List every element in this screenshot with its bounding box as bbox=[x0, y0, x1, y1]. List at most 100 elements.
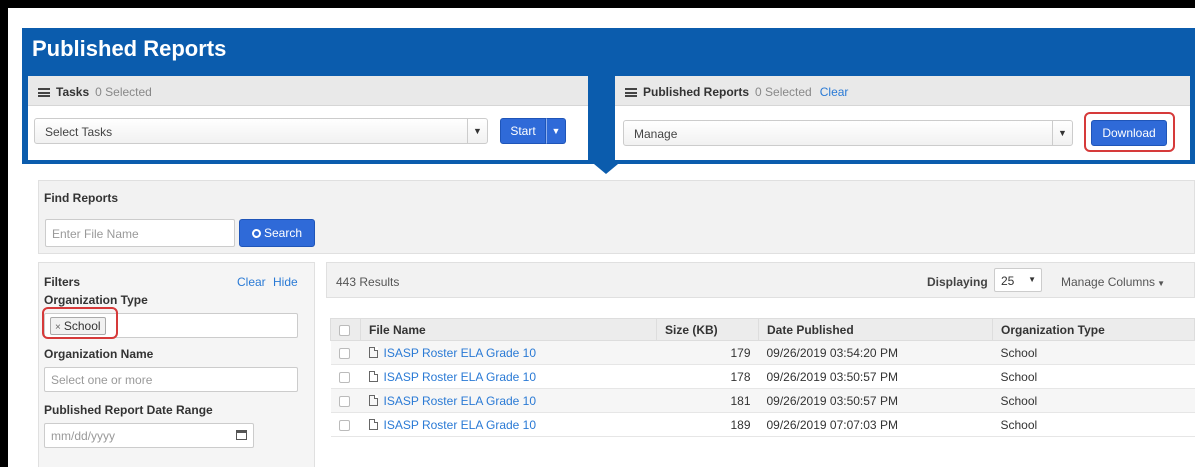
col-org-type[interactable]: Organization Type bbox=[992, 318, 1195, 341]
published-reports-panel-header: Published Reports 0 Selected Clear bbox=[615, 76, 1190, 106]
file-cell[interactable]: ISASP Roster ELA Grade 10 bbox=[360, 388, 657, 413]
filters-title: Filters bbox=[44, 275, 81, 289]
org-type-label: Organization Type bbox=[44, 293, 148, 307]
page-title: Published Reports bbox=[32, 36, 227, 61]
list-icon bbox=[625, 88, 637, 97]
reports-table: File Name Size (KB) Date Published Organ… bbox=[330, 318, 1195, 437]
manage-dropdown[interactable]: Manage ▼ bbox=[623, 120, 1073, 146]
per-page-value: 25 bbox=[1001, 274, 1015, 288]
org-name-label: Organization Name bbox=[44, 347, 154, 361]
file-cell[interactable]: ISASP Roster ELA Grade 10 bbox=[360, 412, 657, 437]
date-from-input[interactable]: mm/dd/yyyy bbox=[44, 423, 254, 448]
date-cell: 09/26/2019 03:50:57 PM bbox=[758, 364, 993, 389]
start-label: Start bbox=[510, 124, 536, 138]
reports-selected-count: 0 Selected bbox=[755, 85, 812, 99]
file-link[interactable]: ISASP Roster ELA Grade 10 bbox=[384, 394, 537, 408]
pdf-file-icon bbox=[368, 394, 378, 406]
date-placeholder: mm/dd/yyyy bbox=[51, 429, 116, 443]
date-range-label: Published Report Date Range bbox=[44, 403, 213, 417]
hide-filters-link[interactable]: Hide bbox=[273, 275, 298, 289]
file-name-placeholder: Enter File Name bbox=[52, 227, 139, 241]
col-file-name[interactable]: File Name bbox=[360, 318, 657, 341]
date-cell: 09/26/2019 03:50:57 PM bbox=[758, 388, 993, 413]
file-name-input[interactable]: Enter File Name bbox=[45, 219, 235, 247]
search-button[interactable]: Search bbox=[239, 219, 315, 247]
start-button[interactable]: Start bbox=[500, 118, 546, 144]
results-toolbar: 443 Results Displaying 25 ▼ Manage Column… bbox=[326, 262, 1195, 298]
org-type-cell: School bbox=[992, 364, 1195, 389]
row-checkbox[interactable] bbox=[338, 395, 350, 407]
find-reports-title: Find Reports bbox=[44, 191, 118, 205]
chevron-down-icon: ▼ bbox=[551, 126, 561, 136]
col-size[interactable]: Size (KB) bbox=[656, 318, 759, 341]
select-tasks-dropdown[interactable]: Select Tasks ▼ bbox=[34, 118, 488, 144]
file-link[interactable]: ISASP Roster ELA Grade 10 bbox=[384, 370, 537, 384]
file-link[interactable]: ISASP Roster ELA Grade 10 bbox=[384, 418, 537, 432]
org-name-select[interactable]: Select one or more bbox=[44, 367, 298, 392]
col-date-published[interactable]: Date Published bbox=[758, 318, 993, 341]
search-icon bbox=[251, 229, 261, 238]
chevron-down-icon: ▼ bbox=[1052, 121, 1072, 145]
row-select-cell[interactable] bbox=[330, 412, 361, 437]
manage-columns-dropdown[interactable]: Manage Columns ▼ bbox=[1061, 275, 1165, 289]
org-type-cell: School bbox=[992, 412, 1195, 437]
size-cell: 189 bbox=[656, 412, 759, 437]
row-select-cell[interactable] bbox=[330, 388, 361, 413]
tasks-title: Tasks bbox=[56, 85, 90, 99]
pdf-file-icon bbox=[368, 418, 378, 430]
size-cell: 178 bbox=[656, 364, 759, 389]
find-reports-section: Find Reports Enter File Name Search bbox=[38, 180, 1195, 254]
manage-value: Manage bbox=[634, 127, 678, 141]
select-all-checkbox[interactable] bbox=[339, 324, 350, 336]
org-type-cell: School bbox=[992, 340, 1195, 365]
size-cell: 181 bbox=[656, 388, 759, 413]
manage-columns-label: Manage Columns bbox=[1061, 275, 1156, 289]
results-panel: 443 Results Displaying 25 ▼ Manage Column… bbox=[326, 262, 1195, 467]
clear-filters-link[interactable]: Clear bbox=[237, 275, 266, 289]
date-cell: 09/26/2019 03:54:20 PM bbox=[758, 340, 993, 365]
file-cell[interactable]: ISASP Roster ELA Grade 10 bbox=[360, 340, 657, 365]
clear-selection-link[interactable]: Clear bbox=[820, 85, 849, 99]
table-header-row: File Name Size (KB) Date Published Organ… bbox=[330, 318, 1195, 341]
org-type-cell: School bbox=[992, 388, 1195, 413]
panel-pointer bbox=[594, 164, 618, 174]
displaying-label: Displaying bbox=[927, 275, 988, 289]
row-checkbox[interactable] bbox=[338, 371, 350, 383]
pdf-file-icon bbox=[368, 346, 378, 358]
results-count: 443 Results bbox=[336, 275, 400, 289]
row-checkbox[interactable] bbox=[338, 419, 350, 431]
chevron-down-icon: ▼ bbox=[1028, 275, 1036, 284]
published-reports-panel-title: Published Reports bbox=[643, 85, 750, 99]
list-icon bbox=[38, 88, 50, 97]
caret-down-icon: ▼ bbox=[1157, 279, 1165, 288]
published-reports-panel: Published Reports 0 Selected Clear Manage … bbox=[615, 76, 1190, 160]
chevron-down-icon: ▼ bbox=[467, 119, 487, 143]
school-chip-highlight bbox=[42, 307, 118, 339]
table-row[interactable]: ISASP Roster ELA Grade 10 189 09/26/2019… bbox=[330, 412, 1195, 437]
org-name-placeholder: Select one or more bbox=[51, 373, 153, 387]
file-cell[interactable]: ISASP Roster ELA Grade 10 bbox=[360, 364, 657, 389]
tasks-selected-count: 0 Selected bbox=[95, 85, 152, 99]
header-band: Published Reports Tasks 0 Selected Select… bbox=[22, 28, 1195, 174]
table-row[interactable]: ISASP Roster ELA Grade 10 181 09/26/2019… bbox=[330, 388, 1195, 413]
search-label: Search bbox=[263, 226, 303, 240]
select-all-header[interactable] bbox=[330, 318, 361, 341]
date-cell: 09/26/2019 07:07:03 PM bbox=[758, 412, 993, 437]
size-cell: 179 bbox=[656, 340, 759, 365]
download-highlight bbox=[1084, 112, 1175, 152]
table-row[interactable]: ISASP Roster ELA Grade 10 179 09/26/2019… bbox=[330, 340, 1195, 365]
file-link[interactable]: ISASP Roster ELA Grade 10 bbox=[384, 346, 537, 360]
row-select-cell[interactable] bbox=[330, 340, 361, 365]
row-select-cell[interactable] bbox=[330, 364, 361, 389]
pdf-file-icon bbox=[368, 370, 378, 382]
app-frame: Published Reports Tasks 0 Selected Select… bbox=[8, 8, 1195, 467]
start-split-dropdown[interactable]: ▼ bbox=[546, 118, 566, 144]
filters-panel: Filters Clear Hide Organization Type × Sc… bbox=[38, 262, 315, 467]
tasks-panel-header: Tasks 0 Selected bbox=[28, 76, 588, 106]
table-row[interactable]: ISASP Roster ELA Grade 10 178 09/26/2019… bbox=[330, 364, 1195, 389]
calendar-icon[interactable] bbox=[236, 430, 247, 440]
per-page-select[interactable]: 25 ▼ bbox=[994, 268, 1042, 292]
select-tasks-value: Select Tasks bbox=[45, 125, 113, 139]
tasks-panel: Tasks 0 Selected Select Tasks ▼ Start ▼ bbox=[28, 76, 588, 160]
row-checkbox[interactable] bbox=[338, 347, 350, 359]
